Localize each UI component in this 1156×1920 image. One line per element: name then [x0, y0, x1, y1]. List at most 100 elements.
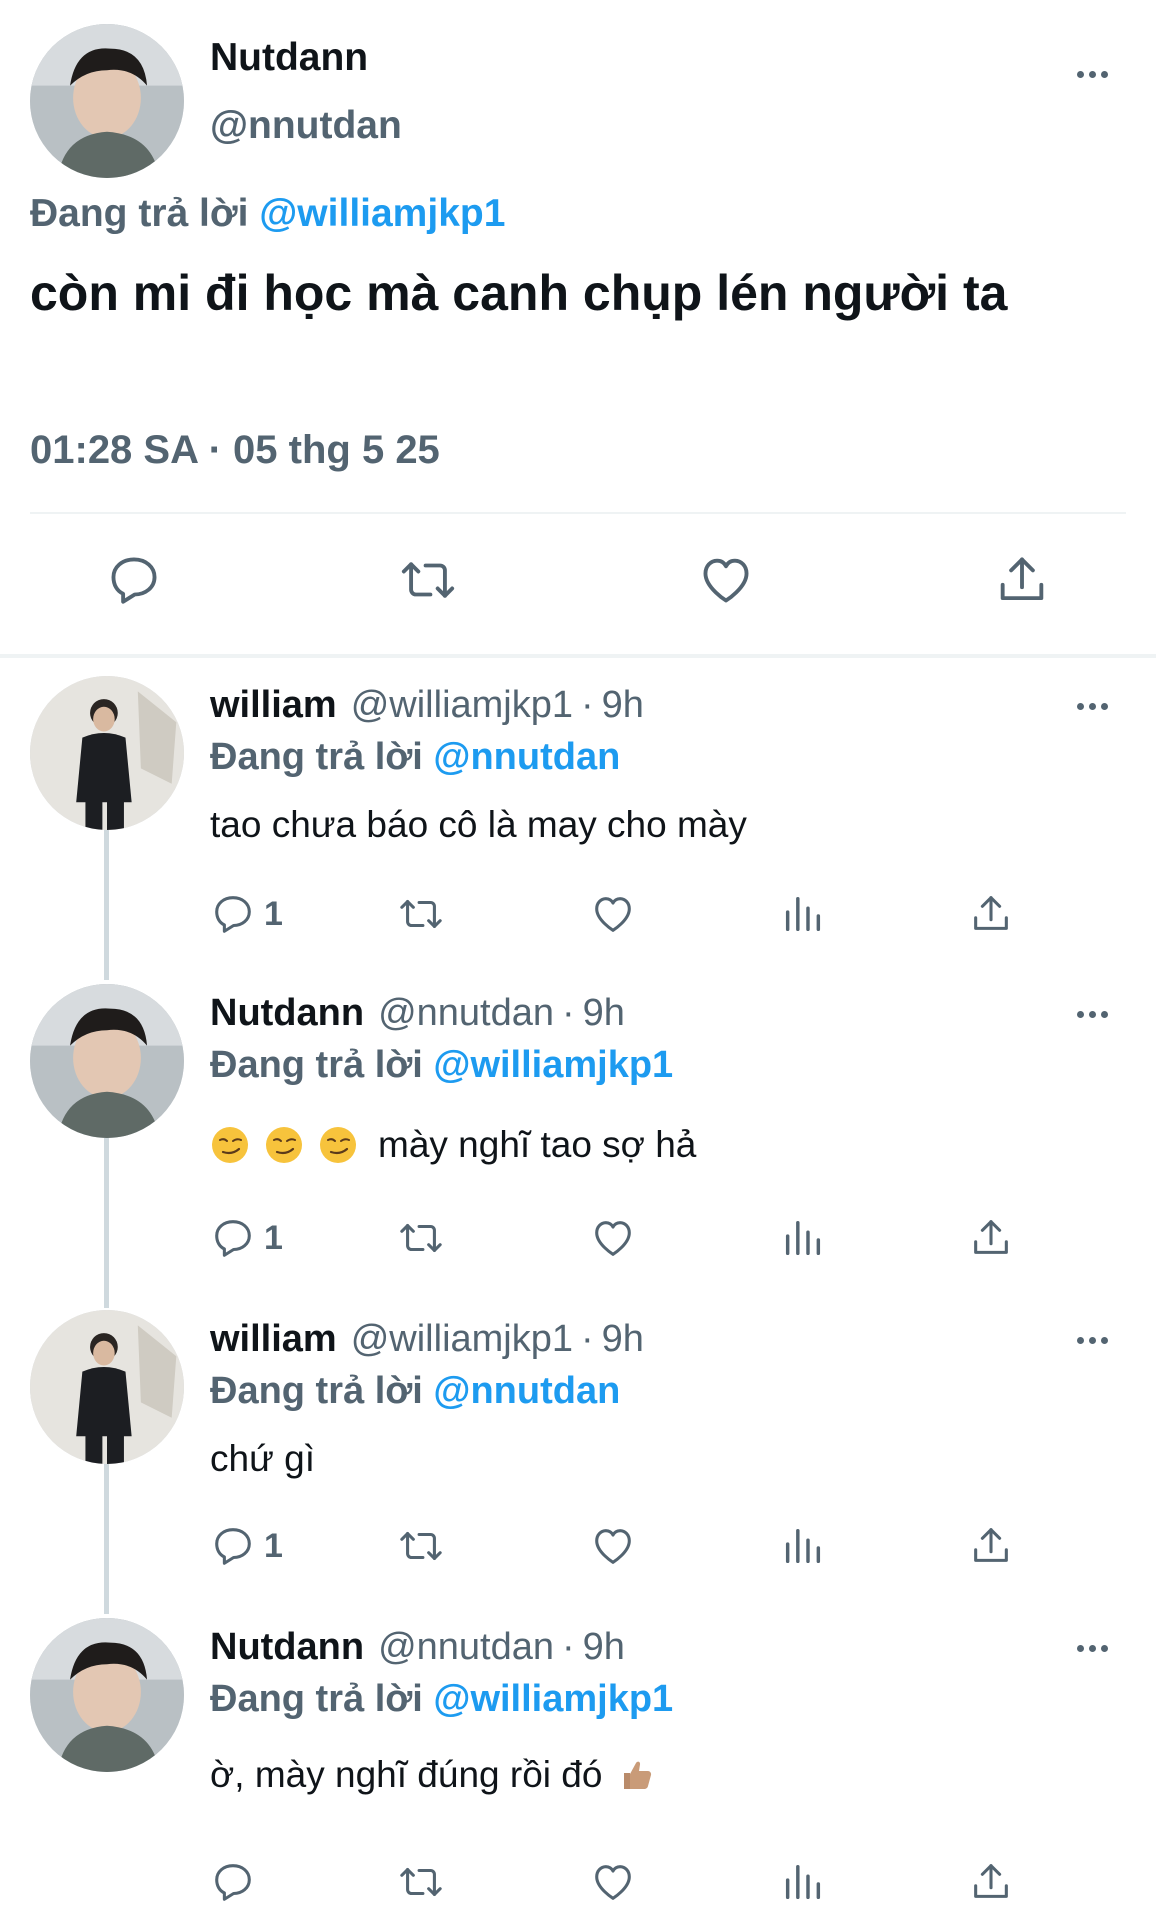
display-name[interactable]: william — [210, 684, 337, 726]
like-icon — [703, 558, 749, 603]
replying-to-mention[interactable]: @nnutdan — [433, 1370, 620, 1412]
reply-count: 1 — [264, 1526, 283, 1565]
reply-count: 1 — [264, 1218, 283, 1257]
retweet-icon — [400, 900, 442, 928]
like-button[interactable] — [590, 1852, 636, 1912]
retweet-button[interactable] — [398, 884, 444, 944]
user-handle[interactable]: @williamjkp1 — [351, 1318, 573, 1360]
user-handle[interactable]: @nnutdan — [378, 1626, 554, 1668]
avatar-photo-william — [30, 1310, 184, 1464]
views-button[interactable] — [780, 1208, 826, 1268]
reply-button[interactable] — [102, 548, 166, 612]
retweet-icon — [400, 1224, 442, 1252]
more-options-icon[interactable] — [1070, 1638, 1114, 1658]
share-icon — [974, 896, 1008, 930]
tweet-text: còn mi đi học mà canh chụp lén người ta — [30, 265, 1008, 321]
reply-icon — [215, 1528, 251, 1565]
reply-button[interactable]: 1 — [210, 884, 283, 944]
retweet-button[interactable] — [398, 1516, 444, 1576]
share-button[interactable] — [968, 1516, 1014, 1576]
smirking-face-emoji — [318, 1125, 358, 1165]
analytics-icon — [785, 1220, 821, 1256]
replying-to: Đang trả lời @williamjkp1 — [210, 1044, 673, 1087]
reply-tweet[interactable]: Nutdann @nnutdan · 9h Đang trả lời @william… — [0, 984, 1156, 1284]
like-button[interactable] — [590, 884, 636, 944]
reply-header: Nutdann @nnutdan · 9h — [210, 992, 625, 1035]
views-button[interactable] — [780, 1852, 826, 1912]
replying-to: Đang trả lời @williamjkp1 — [210, 1678, 673, 1721]
retweet-button[interactable] — [398, 1852, 444, 1912]
reply-time[interactable]: 9h — [602, 1318, 644, 1360]
reply-header: william @williamjkp1 · 9h — [210, 684, 644, 727]
reply-tweet[interactable]: william @williamjkp1 · 9h Đang trả lời @nnu… — [0, 1310, 1156, 1590]
reply-time[interactable]: 9h — [602, 684, 644, 726]
analytics-icon — [785, 896, 821, 932]
reply-text-row: ờ, mày nghĩ đúng rồi đó — [210, 1754, 656, 1796]
like-icon — [595, 897, 631, 932]
replying-prefix: Đang trả lời — [210, 736, 423, 778]
share-button[interactable] — [968, 1208, 1014, 1268]
reply-actions: 1 — [0, 884, 1156, 944]
display-name[interactable]: Nutdann — [210, 1626, 364, 1668]
divider — [30, 512, 1126, 514]
display-name[interactable]: Nutdann — [210, 36, 368, 80]
reply-count: 1 — [264, 894, 283, 933]
more-options-icon[interactable] — [1070, 1330, 1114, 1350]
views-button[interactable] — [780, 884, 826, 944]
separator: · — [562, 1626, 575, 1668]
replying-to: Đang trả lời @nnutdan — [210, 736, 620, 779]
reply-time[interactable]: 9h — [583, 992, 625, 1034]
retweet-button[interactable] — [396, 548, 460, 612]
share-icon — [974, 1528, 1008, 1562]
analytics-icon — [785, 1528, 821, 1564]
avatar-photo-nutdann — [30, 24, 184, 178]
reply-button[interactable]: 1 — [210, 1516, 283, 1576]
retweet-button[interactable] — [398, 1208, 444, 1268]
reply-time[interactable]: 9h — [583, 1626, 625, 1668]
main-tweet: Nutdann @nnutdan Đang trả lời @williamjk… — [0, 0, 1156, 660]
user-handle[interactable]: @nnutdan — [210, 104, 402, 148]
user-handle[interactable]: @williamjkp1 — [351, 684, 573, 726]
display-name[interactable]: william — [210, 1318, 337, 1360]
more-options-icon[interactable] — [1070, 1004, 1114, 1024]
reply-header: william @williamjkp1 · 9h — [210, 1318, 644, 1361]
share-button[interactable] — [990, 548, 1054, 612]
reply-text-row: chứ gì — [210, 1438, 315, 1480]
like-button[interactable] — [590, 1208, 636, 1268]
avatar-william[interactable] — [30, 676, 184, 830]
avatar-nutdann[interactable] — [30, 984, 184, 1138]
reply-button[interactable]: 1 — [210, 1208, 283, 1268]
share-button[interactable] — [968, 884, 1014, 944]
reply-actions: 1 — [0, 1208, 1156, 1268]
reply-tweet[interactable]: Nutdann @nnutdan · 9h Đang trả lời @william… — [0, 1618, 1156, 1918]
reply-tweet[interactable]: william @williamjkp1 · 9h Đang trả lời @nnu… — [0, 676, 1156, 946]
replying-to: Đang trả lời @williamjkp1 — [30, 192, 505, 236]
avatar-nutdann[interactable] — [30, 1618, 184, 1772]
replying-to-mention[interactable]: @williamjkp1 — [433, 1678, 673, 1720]
share-icon — [1000, 557, 1044, 601]
reply-text: ờ, mày nghĩ đúng rồi đó — [210, 1754, 603, 1795]
reply-actions: 1 — [0, 1516, 1156, 1576]
reply-button[interactable] — [210, 1852, 264, 1912]
tweet-timestamp[interactable]: 01:28 SA · 05 thg 5 25 — [30, 428, 440, 473]
like-icon — [595, 1221, 631, 1256]
user-handle[interactable]: @nnutdan — [378, 992, 554, 1034]
like-button[interactable] — [694, 548, 758, 612]
like-button[interactable] — [590, 1516, 636, 1576]
replying-to-mention[interactable]: @williamjkp1 — [259, 192, 505, 235]
reply-text-row: mày nghĩ tao sợ hả — [210, 1124, 696, 1166]
replying-to-mention[interactable]: @nnutdan — [433, 736, 620, 778]
more-options-icon[interactable] — [1070, 696, 1114, 716]
avatar-nutdann[interactable] — [30, 24, 184, 178]
reply-header: Nutdann @nnutdan · 9h — [210, 1626, 625, 1669]
more-options-icon[interactable] — [1070, 64, 1114, 84]
share-icon — [974, 1864, 1008, 1898]
avatar-william[interactable] — [30, 1310, 184, 1464]
share-button[interactable] — [968, 1852, 1014, 1912]
display-name[interactable]: Nutdann — [210, 992, 364, 1034]
reply-text: chứ gì — [210, 1438, 315, 1479]
views-button[interactable] — [780, 1516, 826, 1576]
separator: · — [581, 1318, 594, 1360]
replying-to-mention[interactable]: @williamjkp1 — [433, 1044, 673, 1086]
replying-prefix: Đang trả lời — [210, 1370, 423, 1412]
